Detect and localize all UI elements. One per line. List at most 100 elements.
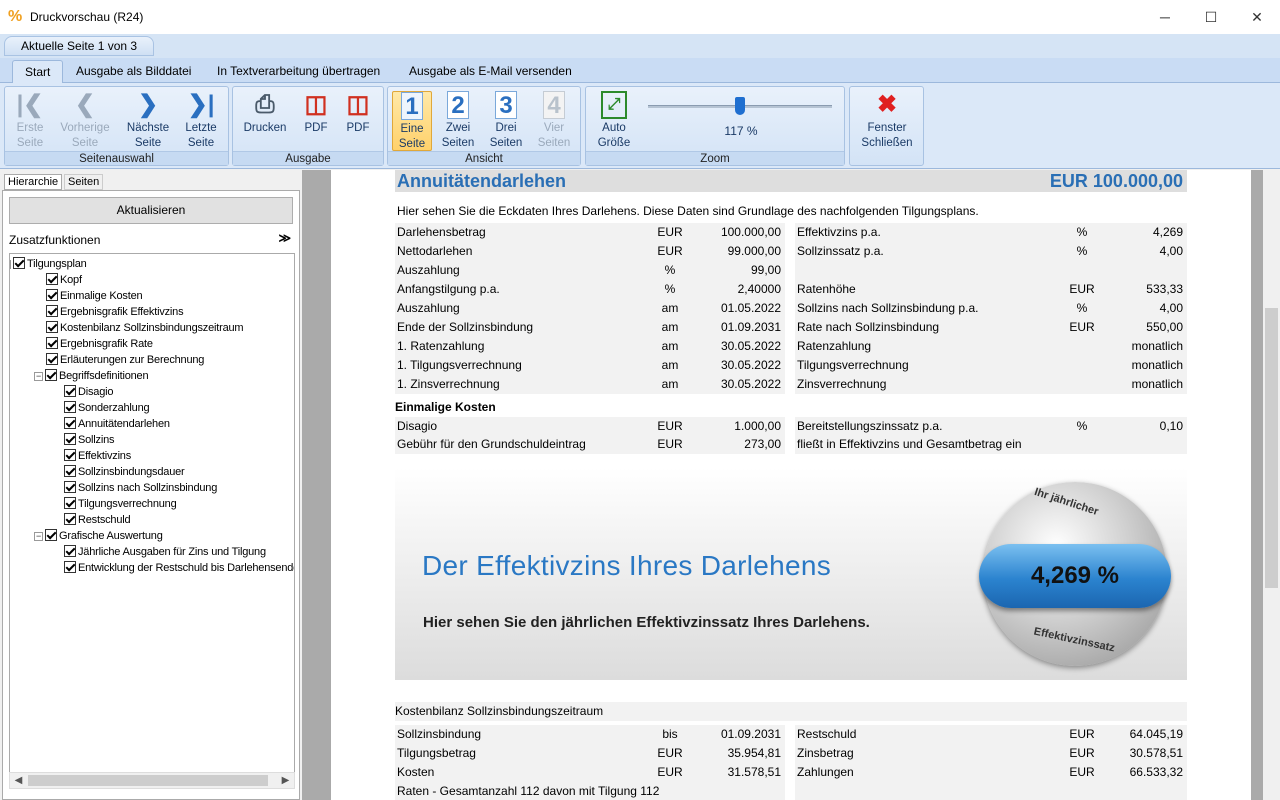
doc-amount: EUR 100.000,00 [1049, 171, 1183, 191]
tree-checkbox[interactable] [64, 513, 76, 525]
tree-item[interactable]: Kostenbilanz Sollzinsbindungszeitraum [46, 320, 244, 336]
tree-expander-icon[interactable]: − [34, 532, 43, 541]
last-page-label: Letzte Seite [185, 122, 217, 149]
row-value: 1.000,00 [734, 419, 781, 433]
tree-checkbox[interactable] [46, 321, 58, 333]
scroll-left-icon[interactable]: ◀ [10, 773, 27, 788]
tree-checkbox[interactable] [64, 545, 76, 557]
zoom-slider-thumb[interactable] [735, 97, 745, 115]
tree-item[interactable]: Effektivzins [64, 448, 131, 464]
minimize-button[interactable]: ─ [1142, 0, 1188, 34]
pdf-secure-button[interactable]: ◫ PDF [339, 91, 377, 151]
tree-checkbox[interactable] [64, 401, 76, 413]
tree-item[interactable]: Disagio [64, 384, 113, 400]
doc-row [795, 261, 1187, 280]
effektivzins-badge: Ihr jährlicher 4,269 % Effektivzinssatz [979, 482, 1171, 666]
tree-item[interactable]: Sollzins [64, 432, 115, 448]
tree-item[interactable]: Kopf [46, 272, 82, 288]
tree-checkbox[interactable] [45, 369, 57, 381]
page-indicator[interactable]: Aktuelle Seite 1 von 3 [4, 36, 155, 56]
tab-email[interactable]: Ausgabe als E-Mail versenden [397, 60, 584, 83]
tree-item[interactable]: Annuitätendarlehen [64, 416, 170, 432]
tree-item-label: Kostenbilanz Sollzinsbindungszeitraum [60, 322, 244, 334]
tree-checkbox[interactable] [64, 497, 76, 509]
row-value: 99.000,00 [727, 244, 781, 258]
four-pages-button[interactable]: 4 Vier Seiten [534, 91, 574, 151]
tree-checkbox[interactable] [64, 465, 76, 477]
collapse-chevron-icon[interactable]: ≫ [278, 231, 291, 245]
tree-item[interactable]: − Grafische Auswertung [34, 528, 163, 544]
pdf-button[interactable]: ◫ PDF [297, 91, 335, 151]
preview-area: Annuitätendarlehen EUR 100.000,00 Hier s… [302, 170, 1280, 800]
effektivzins-banner: Der Effektivzins Ihres Darlehens Hier se… [395, 468, 1187, 680]
tree-item[interactable]: Entwicklung der Restschuld bis Darlehens… [64, 560, 294, 576]
tree-checkbox[interactable] [64, 385, 76, 397]
tree-checkbox[interactable] [46, 273, 58, 285]
tree-expander-icon[interactable]: − [10, 260, 11, 269]
print-button[interactable]: ⎙ Drucken [239, 91, 291, 151]
tree-item[interactable]: − Begriffsdefinitionen [34, 368, 149, 384]
close-preview-button[interactable]: ✖ Fenster Schließen [856, 91, 918, 151]
refresh-button[interactable]: Aktualisieren [9, 197, 293, 224]
tree-checkbox[interactable] [46, 353, 58, 365]
maximize-button[interactable]: ☐ [1188, 0, 1234, 34]
three-pages-button[interactable]: 3 Drei Seiten [486, 91, 526, 151]
tree-item[interactable]: Erläuterungen zur Berechnung [46, 352, 204, 368]
tree-item[interactable]: Restschuld [64, 512, 131, 528]
tree-item[interactable]: Sollzinsbindungsdauer [64, 464, 185, 480]
doc-row: Nettodarlehen EUR 99.000,00 [395, 242, 785, 261]
tree-item[interactable]: Ergebnisgrafik Rate [46, 336, 153, 352]
scrollbar-thumb[interactable] [28, 775, 268, 786]
tree-item[interactable]: Ergebnisgrafik Effektivzins [46, 304, 184, 320]
row-label: Sollzinssatz p.a. [797, 244, 884, 258]
vertical-scrollbar-thumb[interactable] [1265, 308, 1278, 588]
tab-textverarbeitung[interactable]: In Textverarbeitung übertragen [205, 60, 392, 83]
tree-checkbox[interactable] [64, 561, 76, 573]
tab-hierarchie[interactable]: Hierarchie [4, 174, 63, 190]
horizontal-scrollbar[interactable]: ◀ ▶ [9, 772, 295, 789]
vertical-scrollbar[interactable] [1263, 170, 1280, 800]
ribbon: |❮ Erste Seite ❮ Vorherige Seite ❯ Nächs… [0, 83, 1280, 169]
row-value: 550,00 [1146, 320, 1183, 334]
tree-checkbox[interactable] [46, 305, 58, 317]
tree-item[interactable]: Tilgungsverrechnung [64, 496, 177, 512]
tree-item-label: Sollzins nach Sollzinsbindung [78, 482, 218, 494]
close-preview-label: Fenster Schließen [861, 122, 913, 149]
first-page-button[interactable]: |❮ Erste Seite [9, 91, 51, 151]
tree-item[interactable]: Sollzins nach Sollzinsbindung [64, 480, 217, 496]
one-page-button[interactable]: 1 Eine Seite [392, 91, 432, 151]
row-label: Auszahlung [397, 301, 460, 315]
row-label: Ratenhöhe [797, 282, 856, 296]
previous-page-button[interactable]: ❮ Vorherige Seite [55, 91, 115, 151]
tree-checkbox[interactable] [46, 337, 58, 349]
row-value: 100.000,00 [720, 225, 781, 239]
last-page-button[interactable]: ❯| Letzte Seite [179, 91, 223, 151]
tree-item-label: Effektivzins [78, 450, 132, 462]
tree-checkbox[interactable] [64, 433, 76, 445]
two-pages-button[interactable]: 2 Zwei Seiten [438, 91, 478, 151]
tab-ausgabe-bilddatei[interactable]: Ausgabe als Bilddatei [64, 60, 203, 83]
tree-checkbox[interactable] [64, 417, 76, 429]
next-page-button[interactable]: ❯ Nächste Seite [121, 91, 175, 151]
close-window-button[interactable]: ✕ [1234, 0, 1280, 34]
row-label: 1. Ratenzahlung [397, 339, 485, 353]
tab-seiten[interactable]: Seiten [64, 174, 104, 190]
tab-start[interactable]: Start [12, 60, 64, 83]
scroll-right-icon[interactable]: ▶ [277, 773, 294, 788]
row-label: Ratenzahlung [797, 339, 872, 353]
row-unit: am [661, 301, 679, 315]
tree-checkbox[interactable] [64, 449, 76, 461]
auto-size-button[interactable]: ⤢ Auto Größe [590, 91, 638, 151]
tree-checkbox[interactable] [64, 481, 76, 493]
row-value: 533,33 [1146, 282, 1183, 296]
tree-expander-icon[interactable]: − [34, 372, 43, 381]
tree-item[interactable]: Sonderzahlung [64, 400, 150, 416]
tree-checkbox[interactable] [45, 529, 57, 541]
tree-item[interactable]: Jährliche Ausgaben für Zins und Tilgung [64, 544, 266, 560]
tree-item[interactable]: Einmalige Kosten [46, 288, 143, 304]
tree-checkbox[interactable] [13, 257, 25, 269]
doc-row: 1. Zinsverrechnung am 30.05.2022 [395, 375, 785, 394]
tree-item[interactable]: − Tilgungsplan [10, 256, 87, 272]
tree-checkbox[interactable] [46, 289, 58, 301]
row-unit: EUR [657, 419, 683, 433]
